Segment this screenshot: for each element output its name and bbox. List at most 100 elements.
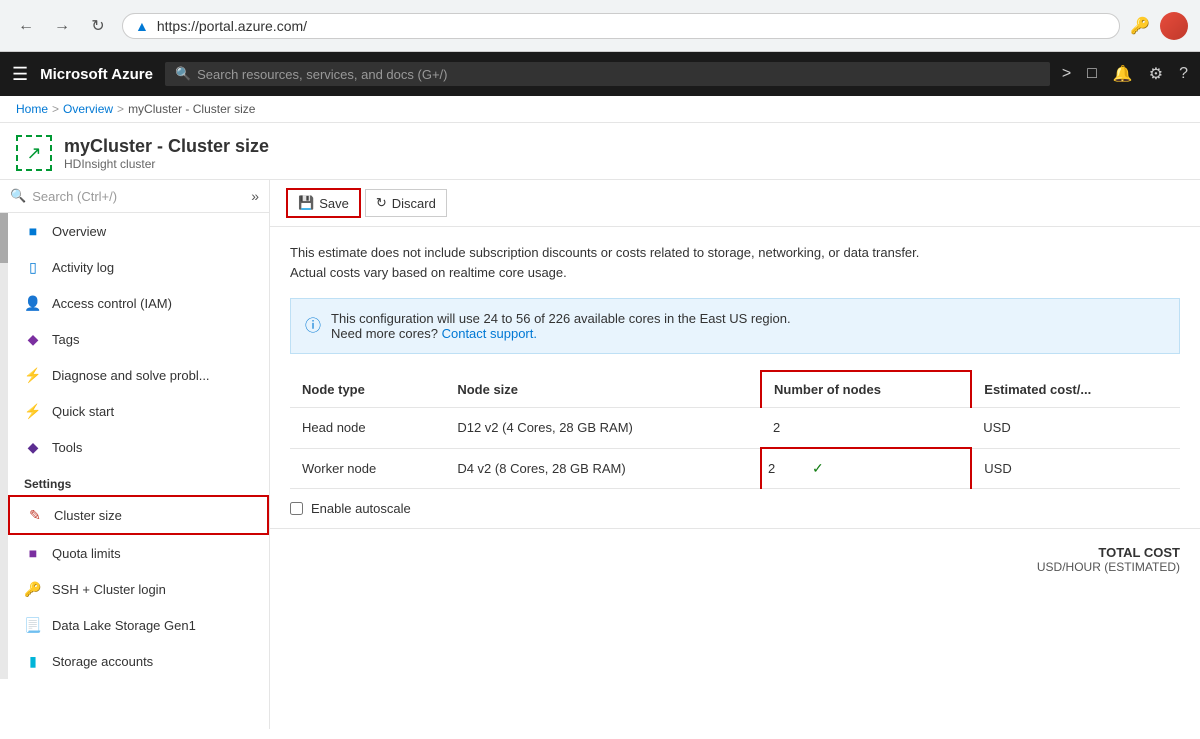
address-bar-container[interactable]: ▲ https://portal.azure.com/: [122, 13, 1120, 39]
info-text: This estimate does not include subscript…: [270, 227, 1200, 290]
sidebar-item-quickstart[interactable]: ⚡ Quick start: [8, 393, 269, 429]
info-box-line2: Need more cores?: [331, 326, 438, 341]
info-text-line1: This estimate does not include subscript…: [290, 243, 1180, 263]
save-button-label: Save: [319, 196, 349, 211]
save-icon: 💾: [298, 195, 314, 211]
settings-section-label: Settings: [8, 465, 269, 495]
sidebar-item-overview[interactable]: ■ Overview: [8, 213, 269, 249]
head-node-type: Head node: [290, 408, 445, 449]
discard-button[interactable]: ↻ Discard: [365, 189, 447, 217]
sidebar-scrollbar-thumb[interactable]: [0, 213, 8, 263]
head-node-size: D12 v2 (4 Cores, 28 GB RAM): [445, 408, 761, 449]
breadcrumb-sep-1: >: [52, 102, 59, 116]
total-cost-label: TOTAL COST: [290, 545, 1180, 560]
sidebar-item-activity-log[interactable]: ▯ Activity log: [8, 249, 269, 285]
sidebar-item-label: Tags: [52, 332, 79, 347]
sidebar-item-label: Diagnose and solve probl...: [52, 368, 210, 383]
tools-icon: ◆: [24, 438, 42, 456]
sidebar-item-label: Quota limits: [52, 546, 121, 561]
breadcrumb-home[interactable]: Home: [16, 102, 48, 116]
terminal-icon[interactable]: >: [1062, 65, 1071, 83]
address-bar-url: https://portal.azure.com/: [157, 18, 1107, 34]
help-icon[interactable]: ?: [1179, 65, 1188, 83]
save-button[interactable]: 💾 Save: [286, 188, 361, 218]
info-text-line2: Actual costs vary based on realtime core…: [290, 263, 1180, 283]
contact-support-link[interactable]: Contact support.: [442, 326, 537, 341]
worker-node-size: D4 v2 (8 Cores, 28 GB RAM): [445, 448, 761, 488]
notification-icon[interactable]: 🔔: [1113, 64, 1133, 84]
breadcrumb-sep-2: >: [117, 102, 124, 116]
worker-node-count-cell[interactable]: ✓: [761, 448, 971, 488]
page-subtitle: HDInsight cluster: [64, 157, 269, 171]
autoscale-label[interactable]: Enable autoscale: [311, 501, 411, 516]
sidebar-scroll-area: ■ Overview ▯ Activity log 👤 Access contr…: [0, 213, 269, 679]
worker-node-cost: USD: [971, 448, 1180, 488]
sidebar: 🔍 » ■ Overview ▯ Activity log 👤: [0, 180, 270, 729]
sidebar-item-storage-accounts[interactable]: ▮ Storage accounts: [8, 643, 269, 679]
sidebar-scrollbar-track: [0, 213, 8, 679]
browser-chrome: ← → ↻ ▲ https://portal.azure.com/ 🔑: [0, 0, 1200, 52]
sidebar-item-datalake[interactable]: 📃 Data Lake Storage Gen1: [8, 607, 269, 643]
sidebar-search-icon: 🔍: [10, 188, 26, 204]
sidebar-item-tags[interactable]: ◆ Tags: [8, 321, 269, 357]
sidebar-item-ssh[interactable]: 🔑 SSH + Cluster login: [8, 571, 269, 607]
th-estimated-cost: Estimated cost/...: [971, 371, 1180, 408]
table-row-head-node: Head node D12 v2 (4 Cores, 28 GB RAM) 2 …: [290, 408, 1180, 449]
page-header-text: myCluster - Cluster size HDInsight clust…: [64, 136, 269, 171]
browser-nav-buttons: ← → ↻: [12, 12, 112, 40]
search-bar[interactable]: 🔍: [165, 62, 1050, 86]
azure-favicon-icon: ▲: [135, 18, 149, 34]
activity-icon: ▯: [24, 258, 42, 276]
topnav-icons: > □ 🔔 ⚙ ?: [1062, 64, 1188, 84]
sidebar-item-cluster-size[interactable]: ✎ Cluster size: [8, 495, 269, 535]
check-icon: ✓: [812, 460, 824, 477]
forward-button[interactable]: →: [48, 12, 76, 40]
worker-node-count-input[interactable]: [768, 461, 808, 476]
info-box-text: This configuration will use 24 to 56 of …: [331, 311, 791, 326]
content-area: 💾 Save ↻ Discard This estimate does not …: [270, 180, 1200, 729]
quickstart-icon: ⚡: [24, 402, 42, 420]
autoscale-checkbox[interactable]: [290, 502, 303, 515]
sidebar-item-label: Activity log: [52, 260, 114, 275]
table-body: Head node D12 v2 (4 Cores, 28 GB RAM) 2 …: [290, 408, 1180, 489]
page-header: ↗ myCluster - Cluster size HDInsight clu…: [0, 123, 1200, 180]
azure-logo-text: Microsoft Azure: [40, 66, 153, 83]
iam-icon: 👤: [24, 294, 42, 312]
storage-icon: 📃: [24, 616, 42, 634]
sidebar-item-label: Overview: [52, 224, 106, 239]
settings-icon[interactable]: ⚙: [1149, 64, 1163, 84]
total-cost-sub: USD/HOUR (ESTIMATED): [290, 560, 1180, 574]
page-title: myCluster - Cluster size: [64, 136, 269, 157]
search-input[interactable]: [197, 67, 1040, 82]
hamburger-icon[interactable]: ☰: [12, 64, 28, 85]
sidebar-item-label: Access control (IAM): [52, 296, 172, 311]
search-icon: 🔍: [175, 66, 191, 82]
breadcrumb: Home > Overview > myCluster - Cluster si…: [0, 96, 1200, 123]
sidebar-item-label: Tools: [52, 440, 82, 455]
breadcrumb-overview[interactable]: Overview: [63, 102, 113, 116]
back-button[interactable]: ←: [12, 12, 40, 40]
table-row-worker-node: Worker node D4 v2 (8 Cores, 28 GB RAM) ✓…: [290, 448, 1180, 488]
main-layout: 🔍 » ■ Overview ▯ Activity log 👤: [0, 180, 1200, 729]
cluster-icon: ↗: [16, 135, 52, 171]
table-header: Node type Node size Number of nodes Esti…: [290, 371, 1180, 408]
info-box-content: This configuration will use 24 to 56 of …: [331, 311, 791, 341]
sidebar-search[interactable]: 🔍 »: [0, 180, 269, 213]
sidebar-item-iam[interactable]: 👤 Access control (IAM): [8, 285, 269, 321]
breadcrumb-current: myCluster - Cluster size: [128, 102, 255, 116]
cloud-shell-icon[interactable]: □: [1087, 65, 1097, 83]
user-avatar[interactable]: [1160, 12, 1188, 40]
worker-nodes-input-wrapper: ✓: [768, 460, 964, 477]
refresh-button[interactable]: ↻: [84, 12, 112, 40]
sidebar-item-tools[interactable]: ◆ Tools: [8, 429, 269, 465]
sidebar-item-diagnose[interactable]: ⚡ Diagnose and solve probl...: [8, 357, 269, 393]
quota-icon: ■: [24, 544, 42, 562]
collapse-sidebar-button[interactable]: »: [251, 188, 259, 204]
diagnose-icon: ⚡: [24, 366, 42, 384]
th-node-size: Node size: [445, 371, 761, 408]
info-icon: ⓘ: [305, 312, 321, 336]
sidebar-search-input[interactable]: [32, 189, 245, 204]
sidebar-nav-items: ■ Overview ▯ Activity log 👤 Access contr…: [8, 213, 269, 679]
sidebar-item-quota[interactable]: ■ Quota limits: [8, 535, 269, 571]
head-node-count: 2: [761, 408, 971, 449]
